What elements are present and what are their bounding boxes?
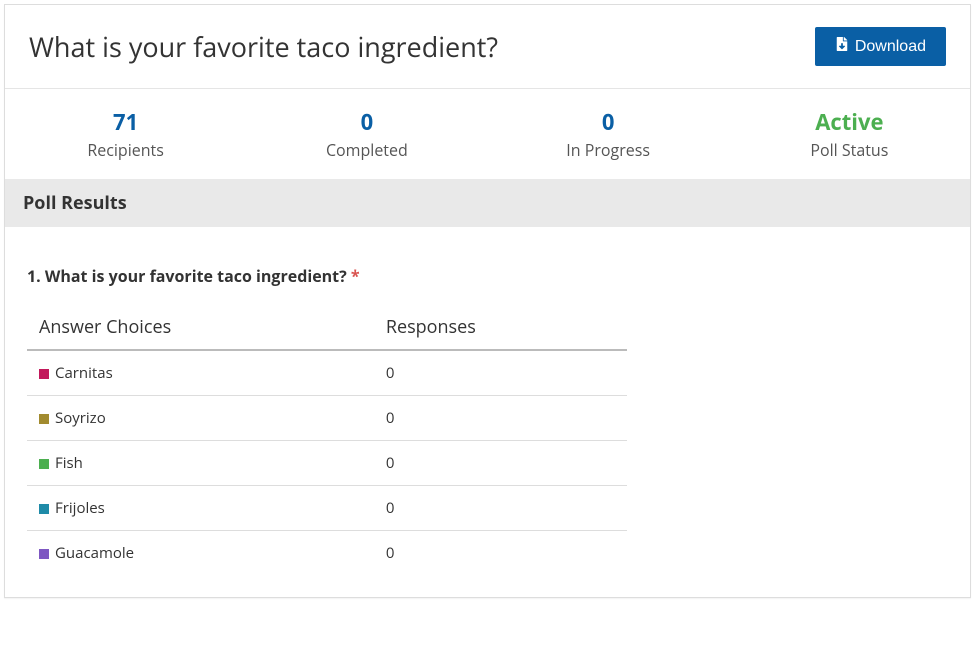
table-row: Carnitas 0	[27, 350, 627, 396]
stat-poll-status: Active Poll Status	[729, 107, 970, 161]
header-answer-choices: Answer Choices	[27, 305, 374, 350]
page-title: What is your favorite taco ingredient?	[29, 28, 498, 65]
results-body: 1. What is your favorite taco ingredient…	[5, 227, 970, 597]
stat-label: Completed	[246, 139, 487, 161]
stat-in-progress: 0 In Progress	[488, 107, 729, 161]
stat-value: 0	[246, 107, 487, 137]
answer-choice-label: Soyrizo	[55, 408, 106, 428]
results-table: Answer Choices Responses Carnitas0Soyriz…	[27, 305, 627, 575]
question-title: 1. What is your favorite taco ingredient…	[27, 265, 948, 287]
answer-choice-cell: Fish	[27, 441, 374, 486]
responses-cell: 0	[374, 350, 627, 396]
table-row: Fish 0	[27, 441, 627, 486]
table-row: Frijoles 0	[27, 486, 627, 531]
responses-cell: 0	[374, 441, 627, 486]
answer-choice-cell: Frijoles	[27, 486, 374, 531]
download-button[interactable]: Download	[815, 27, 946, 66]
responses-cell: 0	[374, 396, 627, 441]
poll-results-header: Poll Results	[5, 179, 970, 227]
color-swatch-icon	[39, 414, 49, 424]
stat-completed: 0 Completed	[246, 107, 487, 161]
answer-choice-label: Fish	[55, 453, 83, 473]
stat-value: Active	[729, 107, 970, 137]
answer-choice-cell: Guacamole	[27, 531, 374, 576]
panel-header: What is your favorite taco ingredient? D…	[5, 5, 970, 89]
table-row: Soyrizo 0	[27, 396, 627, 441]
color-swatch-icon	[39, 369, 49, 379]
stat-label: Poll Status	[729, 139, 970, 161]
color-swatch-icon	[39, 504, 49, 514]
stat-label: In Progress	[488, 139, 729, 161]
answer-choice-label: Guacamole	[55, 543, 134, 563]
stat-label: Recipients	[5, 139, 246, 161]
answer-choice-cell: Carnitas	[27, 350, 374, 396]
required-marker: *	[351, 265, 360, 287]
color-swatch-icon	[39, 549, 49, 559]
table-row: Guacamole 0	[27, 531, 627, 576]
answer-choice-cell: Soyrizo	[27, 396, 374, 441]
stats-row: 71 Recipients 0 Completed 0 In Progress …	[5, 89, 970, 179]
download-button-label: Download	[855, 38, 926, 56]
stat-recipients: 71 Recipients	[5, 107, 246, 161]
table-header-row: Answer Choices Responses	[27, 305, 627, 350]
question-text: What is your favorite taco ingredient?	[45, 265, 347, 287]
answer-choice-label: Frijoles	[55, 498, 105, 518]
stat-value: 71	[5, 107, 246, 137]
download-icon	[835, 37, 849, 56]
question-number: 1.	[27, 265, 41, 287]
responses-cell: 0	[374, 531, 627, 576]
answer-choice-label: Carnitas	[55, 363, 113, 383]
stat-value: 0	[488, 107, 729, 137]
responses-cell: 0	[374, 486, 627, 531]
color-swatch-icon	[39, 459, 49, 469]
poll-panel: What is your favorite taco ingredient? D…	[4, 4, 971, 598]
header-responses: Responses	[374, 305, 627, 350]
